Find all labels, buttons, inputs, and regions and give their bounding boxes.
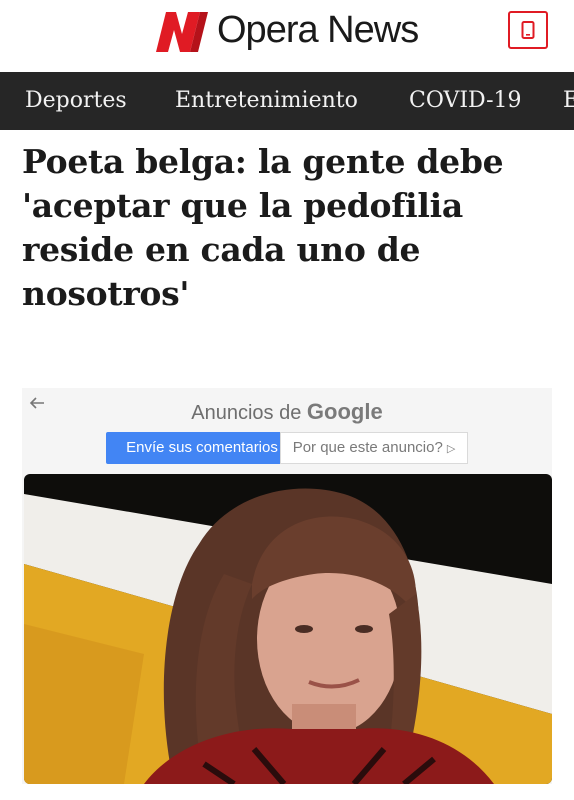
- ad-label-brand: Google: [306, 399, 383, 424]
- ad-label: Anuncios de Google: [22, 399, 552, 425]
- play-triangle-icon: ▷: [446, 443, 456, 455]
- nav-item-partial[interactable]: E: [563, 88, 574, 114]
- brand-name[interactable]: Opera News: [217, 10, 419, 50]
- article-title: Poeta belga: la gente debe 'aceptar que …: [22, 140, 552, 316]
- nav-item-entretenimiento[interactable]: Entretenimiento: [175, 88, 358, 114]
- open-app-button[interactable]: [508, 11, 548, 49]
- top-header: Opera News: [0, 0, 574, 72]
- why-this-ad-label: Por que este anuncio?: [292, 439, 443, 456]
- article-photo[interactable]: [24, 474, 552, 784]
- category-nav: Deportes Entretenimiento COVID-19 E: [0, 72, 574, 130]
- send-feedback-button[interactable]: Envíe sus comentarios: [106, 432, 298, 464]
- article-title-line: 'aceptar que la pedofilia: [22, 186, 463, 225]
- article-title-line: Poeta belga: la gente debe: [22, 142, 504, 181]
- nav-item-deportes[interactable]: Deportes: [25, 88, 127, 114]
- article-photo-illustration: [24, 474, 552, 784]
- opera-news-n-icon[interactable]: [152, 12, 208, 52]
- article-title-line: nosotros': [22, 274, 190, 313]
- article-title-line: reside en cada uno de: [22, 230, 421, 269]
- ad-label-prefix: Anuncios de: [191, 402, 302, 424]
- phone-icon: [521, 21, 535, 39]
- why-this-ad-button[interactable]: Por que este anuncio? ▷: [280, 432, 468, 464]
- nav-item-covid[interactable]: COVID-19: [409, 88, 522, 114]
